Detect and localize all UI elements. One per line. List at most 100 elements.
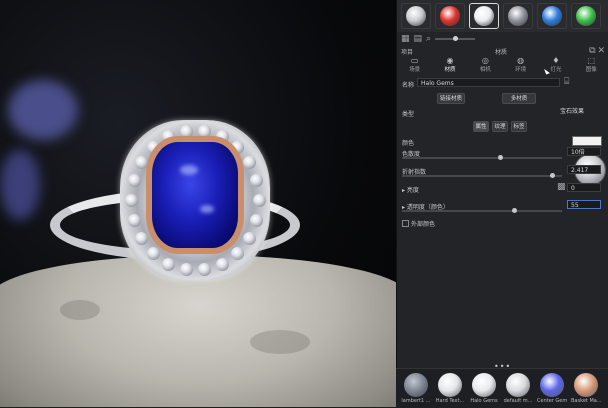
- tab-label: 环境: [515, 67, 527, 73]
- material-thumbnail: [574, 373, 598, 397]
- background-flower: [0, 150, 40, 220]
- color-swatch[interactable]: [572, 136, 602, 146]
- material-swatch-bar: [397, 0, 608, 32]
- type-label: 类型: [402, 111, 415, 118]
- material-thumbnail: [438, 373, 462, 397]
- material-swatch-chrome-icon: [508, 6, 528, 26]
- tab-label: 材质: [444, 67, 456, 73]
- library-material-label: Center Gem: [537, 398, 567, 404]
- material-swatch-pearl-icon: [474, 6, 494, 26]
- halo-diamond: [253, 194, 266, 207]
- halo-diamond: [147, 246, 161, 260]
- texture-toggle-icon[interactable]: ▩: [557, 183, 566, 192]
- gem-highlight: [200, 205, 214, 213]
- extra-checkbox-label: 外部颜色: [411, 221, 436, 228]
- halo-diamond: [242, 156, 256, 170]
- material-swatch-blue-icon: [542, 6, 562, 26]
- halo-diamond: [135, 231, 149, 245]
- subtab-texture[interactable]: 纹理: [492, 121, 508, 132]
- material-swatch[interactable]: [503, 3, 533, 29]
- material-swatch[interactable]: [469, 3, 499, 29]
- material-swatch-green-icon: [576, 6, 596, 26]
- halo-diamond: [127, 174, 141, 188]
- panel-header: 项目 材质 ⧉ ✕: [397, 46, 608, 56]
- material-swatch-silver-icon: [406, 6, 426, 26]
- library-material-label: Basket Ma...: [571, 398, 601, 404]
- material-thumbnail: [472, 373, 496, 397]
- material-thumbnail: [506, 373, 530, 397]
- tab-label: 相机: [479, 67, 491, 73]
- tab-light[interactable]: ♦ 灯光: [538, 56, 573, 74]
- library-material-label: default m...: [503, 398, 533, 404]
- tab-image[interactable]: ⬚ 图像: [574, 56, 608, 74]
- halo-diamond: [125, 194, 138, 207]
- tab-scene[interactable]: ▭ 场景: [397, 56, 432, 74]
- material-swatch[interactable]: [401, 3, 431, 29]
- library-material[interactable]: Basket Ma...: [571, 373, 601, 404]
- tab-label: 图像: [585, 67, 597, 73]
- abbe-field[interactable]: 10倍: [567, 147, 601, 156]
- rock-texture: [60, 300, 100, 320]
- subtab-properties[interactable]: 属性: [473, 121, 489, 132]
- sapphire-center-stone: [152, 142, 238, 248]
- pin-icon[interactable]: ⧉: [589, 46, 595, 56]
- halo-diamond: [242, 231, 256, 245]
- ior-slider[interactable]: [402, 173, 562, 178]
- tab-environment[interactable]: ◍ 环境: [503, 56, 538, 74]
- render-viewport[interactable]: [0, 0, 396, 407]
- tab-camera[interactable]: ◎ 相机: [468, 56, 503, 74]
- material-swatch-red-icon: [440, 6, 460, 26]
- link-material-button[interactable]: 链接材质: [437, 93, 465, 104]
- material-swatch[interactable]: [435, 3, 465, 29]
- library-material[interactable]: Halo Gems: [470, 373, 498, 404]
- material-thumbnail: [540, 373, 564, 397]
- material-icon: ◉: [446, 56, 454, 65]
- material-library: lambert1 ... Hard Text... Halo Gems default…: [396, 368, 608, 408]
- search-icon[interactable]: ⌕: [426, 34, 431, 44]
- background-flower: [8, 80, 78, 140]
- thumbnail-size-slider[interactable]: [435, 36, 476, 41]
- image-icon: ⬚: [587, 56, 596, 65]
- library-material-label: lambert1 ...: [401, 398, 431, 404]
- library-material[interactable]: Center Gem: [537, 373, 567, 404]
- extra-checkbox[interactable]: [402, 220, 409, 227]
- panel-header-left: 项目: [401, 48, 414, 56]
- material-name-field[interactable]: Halo Gems: [417, 78, 560, 87]
- swatch-toolbar: ▦ ▤ ⌕: [397, 32, 608, 46]
- close-icon[interactable]: ✕: [597, 46, 605, 56]
- library-material-label: Halo Gems: [470, 398, 498, 404]
- abbe-slider[interactable]: [402, 155, 562, 160]
- tab-label: 场景: [409, 67, 421, 73]
- panel-header-title: 材质: [495, 48, 508, 56]
- halo-diamond: [230, 246, 244, 260]
- panel-tabs: ▭ 场景 ◉ 材质 ◎ 相机 ◍ 环境 ♦ 灯光 ⬚ 图像: [397, 56, 608, 74]
- tab-material[interactable]: ◉ 材质: [432, 56, 467, 74]
- tab-label: 灯光: [550, 67, 562, 73]
- brightness-field[interactable]: 0: [567, 183, 601, 192]
- list-view-icon[interactable]: ▤: [414, 34, 423, 44]
- gem-highlight: [180, 165, 198, 175]
- material-thumbnail: [404, 373, 428, 397]
- transmit-slider[interactable]: [402, 208, 562, 213]
- camera-icon: ◎: [481, 56, 489, 65]
- material-type-dropdown[interactable]: 宝石效果: [557, 107, 601, 116]
- halo-diamond: [127, 213, 141, 227]
- library-material[interactable]: lambert1 ...: [401, 373, 431, 404]
- subtab-labels[interactable]: 标签: [511, 121, 527, 132]
- scene-icon: ▭: [410, 56, 419, 65]
- material-swatch[interactable]: [571, 3, 601, 29]
- library-material-label: Hard Text...: [435, 398, 465, 404]
- grid-view-icon[interactable]: ▦: [401, 34, 410, 44]
- rock-texture: [250, 330, 310, 354]
- color-label: 颜色: [402, 140, 415, 147]
- halo-diamond: [215, 257, 229, 271]
- ior-field[interactable]: 2.417: [567, 165, 601, 174]
- brightness-label: ▸ 亮度: [402, 187, 419, 194]
- name-label: 名称: [402, 82, 415, 89]
- material-swatch[interactable]: [537, 3, 567, 29]
- library-material[interactable]: default m...: [504, 373, 532, 404]
- library-material[interactable]: Hard Text...: [436, 373, 464, 404]
- material-menu-icon[interactable]: ⌸: [564, 78, 569, 87]
- transmit-field[interactable]: 55: [567, 200, 601, 209]
- multi-material-button[interactable]: 多材质: [502, 93, 536, 104]
